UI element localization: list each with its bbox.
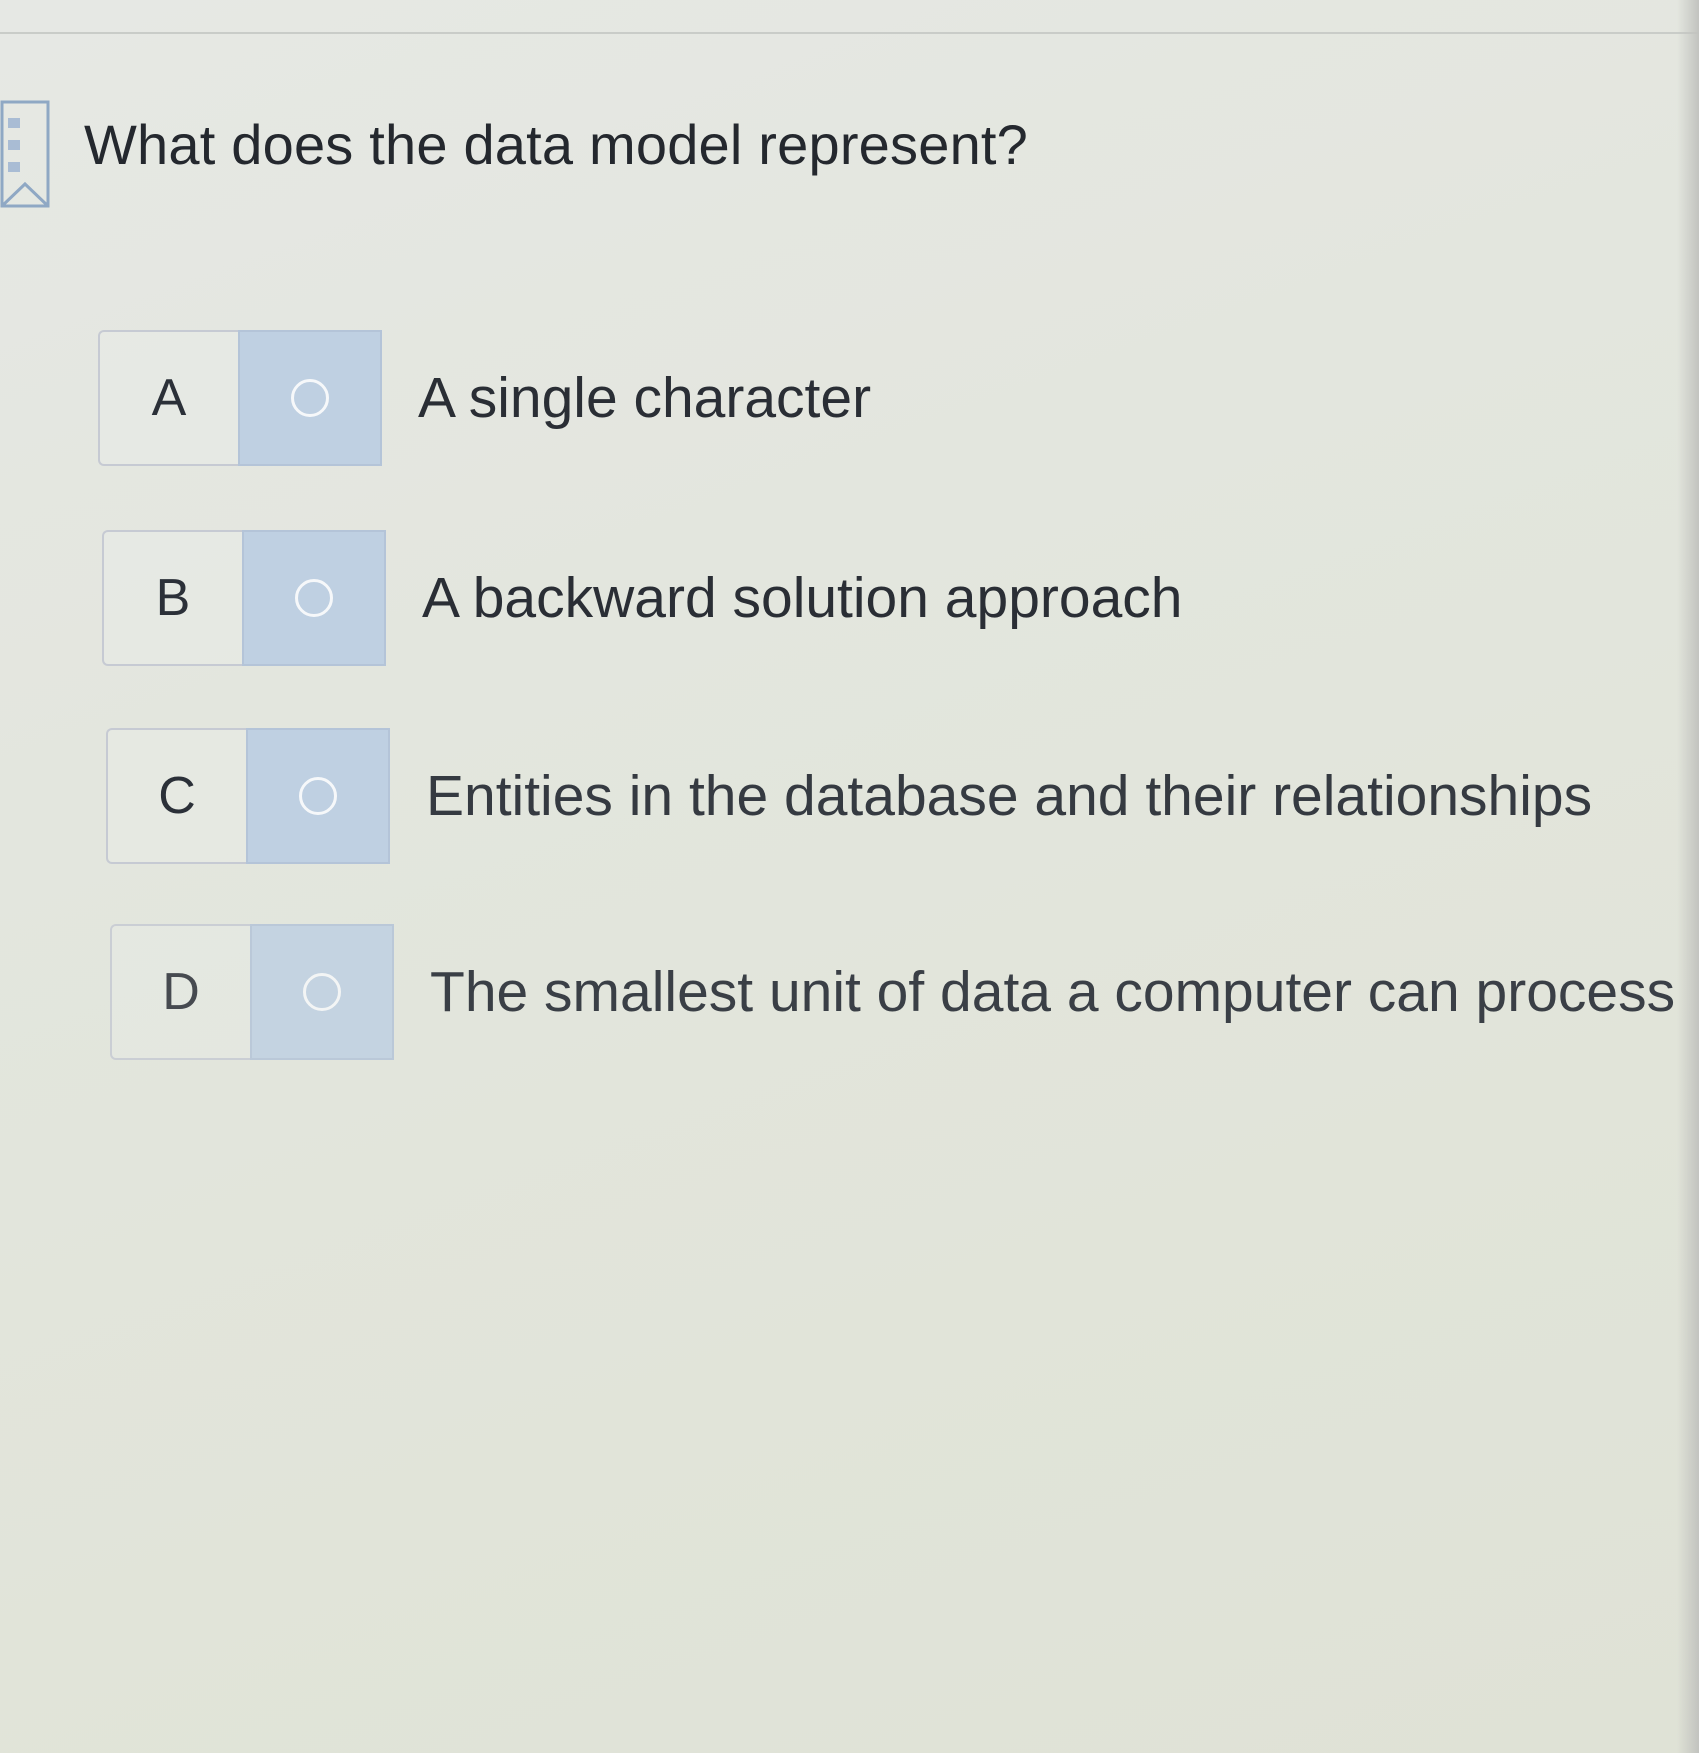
answer-option-b[interactable]: B A backward solution approach [102,528,1182,668]
option-letter: C [106,728,246,864]
option-letter: B [102,530,242,666]
radio-unchecked-icon [295,579,333,617]
radio-unchecked-icon [299,777,337,815]
screen-edge [1677,0,1699,1753]
radio-unchecked-icon [303,973,341,1011]
option-label: A single character [418,366,872,430]
option-label: Entities in the database and their relat… [426,764,1593,828]
top-divider [0,32,1699,34]
bookmark-flag-icon[interactable] [0,100,52,212]
radio-button[interactable] [246,728,390,864]
question-text: What does the data model represent? [84,113,1029,176]
answer-option-c[interactable]: C Entities in the database and their rel… [106,726,1592,866]
option-label: A backward solution approach [422,566,1183,630]
answer-option-a[interactable]: A A single character [98,328,871,468]
answer-option-d[interactable]: D The smallest unit of data a computer c… [110,922,1675,1062]
radio-button[interactable] [242,530,386,666]
option-label: The smallest unit of data a computer can… [430,960,1676,1024]
radio-button[interactable] [238,330,382,466]
option-letter: A [98,330,238,466]
radio-unchecked-icon [291,379,329,417]
radio-button[interactable] [250,924,394,1060]
option-letter: D [110,924,250,1060]
